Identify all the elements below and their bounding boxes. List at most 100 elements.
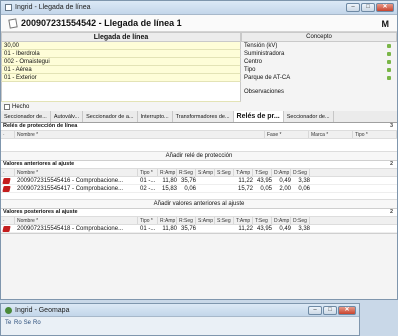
column-header[interactable]: R:Amp (158, 217, 177, 224)
toolbar-tool[interactable]: Ro (33, 319, 41, 328)
table-cell (215, 185, 234, 192)
posteriores-grid-header: · Nombre * Tipo * R:Amp R:Seg S:Amp S:Seg T:Amp… (1, 216, 397, 225)
column-header[interactable]: T:Amp (234, 169, 253, 176)
minimize-button[interactable]: – (346, 3, 360, 12)
form-label: Tensión (kV) (241, 42, 397, 50)
tab[interactable]: Seccionador de a... (83, 111, 138, 122)
reles-count: 3 (389, 123, 393, 129)
column-header[interactable]: T:Seg (253, 217, 272, 224)
column-header[interactable]: R:Seg (177, 169, 196, 176)
column-header[interactable]: D:Amp (272, 169, 291, 176)
title-bar: Ingrid - Llegada de línea – □ ✕ (1, 1, 397, 15)
column-header[interactable]: Marca * (309, 131, 353, 138)
column-header[interactable]: Nombre * (15, 131, 265, 138)
tab[interactable]: Seccionador de... (1, 111, 51, 122)
tab[interactable]: Interrupto... (138, 111, 173, 122)
column-header[interactable]: S:Amp (196, 217, 215, 224)
lookup-icon[interactable] (387, 68, 391, 72)
column-header[interactable]: R:Amp (158, 169, 177, 176)
form-row: 01 - Iberdrola Suministradora (1, 50, 397, 58)
table-row[interactable]: 2009072315545418 - Comprobacione... 01 -.… (1, 225, 397, 233)
tab[interactable]: Autoválv... (51, 111, 84, 122)
column-header[interactable]: Nombre * (15, 217, 138, 224)
close-button[interactable]: ✕ (376, 3, 394, 12)
observaciones-label: Observaciones (244, 89, 285, 95)
toolbar-tool[interactable]: Ro (14, 319, 22, 328)
anteriores-grid-header: · Nombre * Tipo * R:Amp R:Seg S:Amp S:Seg T:Amp… (1, 168, 397, 177)
toolbar-tool[interactable]: Te (5, 319, 12, 328)
column-header[interactable]: Tipo * (353, 131, 397, 138)
table-row[interactable]: 2009072315545417 - Comprobacione... 02 -.… (1, 185, 397, 193)
form-label: Tipo (241, 66, 397, 74)
add-anteriores-button[interactable]: Añadir valores anteriores al ajuste (1, 199, 397, 208)
form-value-field[interactable]: 01 - Iberdrola (1, 50, 241, 58)
column-header[interactable]: T:Seg (253, 169, 272, 176)
anteriores-title: Valores anteriores al ajuste 2 (3, 161, 393, 167)
toolbar-tool[interactable]: Se (24, 319, 31, 328)
tab[interactable]: Seccionador de... (284, 111, 334, 122)
lookup-icon[interactable] (387, 60, 391, 64)
form-value-field[interactable]: 01 - Aérea (1, 66, 241, 74)
column-header[interactable]: · (1, 169, 15, 176)
posteriores-title: Valores posteriores al ajuste 2 (3, 209, 393, 215)
document-icon (8, 17, 18, 29)
column-header[interactable]: D:Seg (291, 217, 310, 224)
column-header[interactable]: T:Amp (234, 217, 253, 224)
form-label-text: Tipo (244, 67, 256, 73)
observaciones-row: Observaciones (1, 82, 397, 102)
column-header[interactable]: S:Seg (215, 217, 234, 224)
observaciones-input[interactable] (1, 82, 241, 102)
table-cell: 3,38 (298, 178, 310, 184)
table-cell: 11,22 (238, 178, 253, 184)
geomapa-maximize-button[interactable]: □ (323, 306, 337, 315)
form-row: 01 - Aérea Tipo (1, 66, 397, 74)
lookup-icon[interactable] (387, 76, 391, 80)
geomapa-close-button[interactable]: ✕ (338, 306, 356, 315)
column-header[interactable]: Fase * (265, 131, 309, 138)
form-label: Parque de AT-CA (241, 74, 397, 82)
table-row[interactable]: 2009072315545416 - Comprobacione... 01 -.… (1, 177, 397, 185)
table-cell (215, 177, 234, 184)
posteriores-rows: 2009072315545418 - Comprobacione... 01 -.… (1, 225, 397, 233)
column-header[interactable]: D:Amp (272, 217, 291, 224)
column-header[interactable]: R:Seg (177, 217, 196, 224)
table-cell: 43,95 (256, 226, 272, 232)
column-header[interactable]: Tipo * (138, 217, 158, 224)
maximize-button[interactable]: □ (361, 3, 375, 12)
table-cell: 2009072315545417 - Comprobacione... (17, 186, 124, 192)
lookup-icon[interactable] (387, 52, 391, 56)
column-header[interactable]: D:Seg (291, 169, 310, 176)
lookup-icon[interactable] (387, 44, 391, 48)
column-header[interactable]: Tipo * (138, 169, 158, 176)
form-label-text: Suministradora (244, 51, 285, 57)
add-rele-button[interactable]: Añadir relé de protección (1, 151, 397, 160)
form-value-field[interactable]: 002 - Omaistegui (1, 58, 241, 66)
llegada-window: Ingrid - Llegada de línea – □ ✕ 20090723… (0, 0, 398, 300)
hecho-checkbox-row[interactable]: Hecho (1, 102, 397, 111)
form-value-field[interactable]: 01 - Exterior (1, 74, 241, 82)
table-cell: 0,49 (279, 178, 291, 184)
column-header[interactable]: Nombre * (15, 169, 138, 176)
tab-strip: Seccionador de... Autoválv... Seccionador … (1, 111, 397, 123)
form-rows: 30,00 Tensión (kV) 01 - Iberdrola Suministr… (1, 42, 397, 82)
table-cell (196, 177, 215, 184)
tab[interactable]: Relés de pr... (233, 111, 284, 122)
binoculars-icon[interactable]: M (382, 19, 390, 29)
posteriores-count: 2 (389, 209, 393, 215)
tab[interactable]: Transformadores de... (173, 111, 234, 122)
window-title: Ingrid - Llegada de línea (15, 4, 91, 11)
row-icon-cell (1, 225, 15, 232)
column-header[interactable]: S:Amp (196, 169, 215, 176)
form-left-header: Llegada de línea (1, 32, 241, 42)
table-cell: 11,80 (162, 226, 177, 232)
form-value-field[interactable]: 30,00 (1, 42, 241, 50)
column-header[interactable]: · (1, 131, 15, 138)
hecho-checkbox[interactable] (4, 103, 10, 110)
table-cell: 0,06 (184, 186, 196, 192)
geomapa-minimize-button[interactable]: – (308, 306, 322, 315)
column-header[interactable]: · (1, 217, 15, 224)
table-cell: 2009072315545416 - Comprobacione... (17, 178, 124, 184)
hecho-label: Hecho (12, 103, 30, 110)
column-header[interactable]: S:Seg (215, 169, 234, 176)
geomapa-window: Ingrid - Geomapa – □ ✕ Te Ro Se Ro (0, 303, 360, 336)
